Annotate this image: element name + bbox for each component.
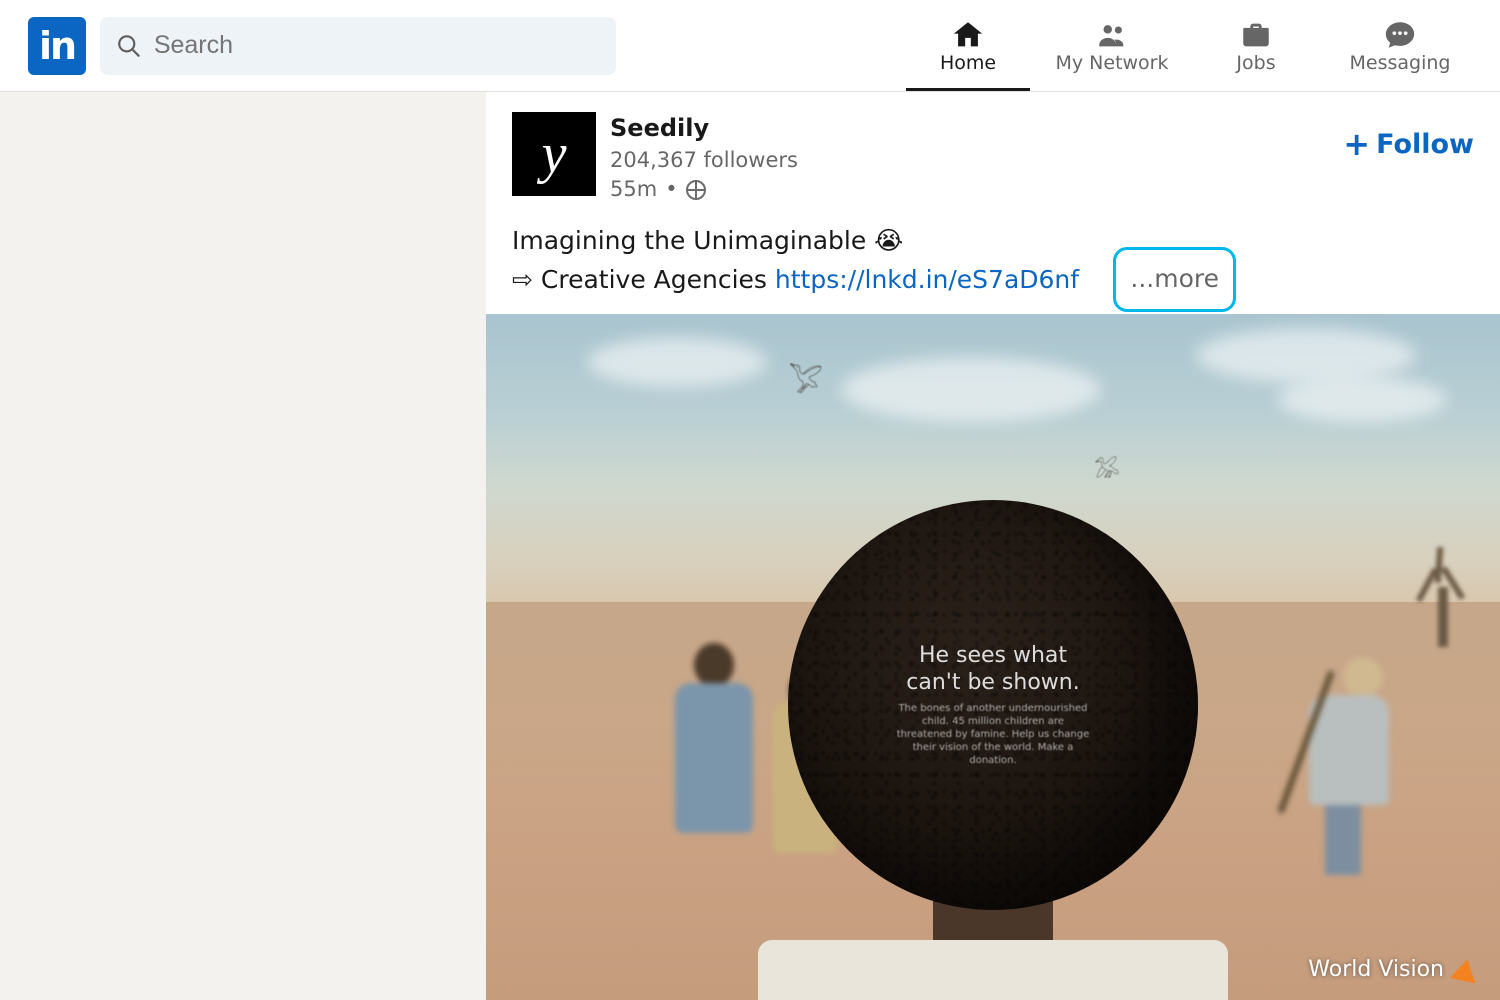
image-overlay-text: He sees what can't be shown. The bones o… bbox=[893, 643, 1093, 767]
post-image[interactable]: 𓅯 𓅮 He sees what can't be shown. The bon… bbox=[486, 314, 1500, 1000]
nav-label: Home bbox=[940, 52, 996, 74]
follow-button[interactable]: + Follow bbox=[1343, 112, 1474, 160]
briefcase-icon bbox=[1238, 18, 1274, 52]
nav-network[interactable]: My Network bbox=[1040, 0, 1184, 91]
company-name[interactable]: Seedily bbox=[610, 112, 798, 146]
search-input[interactable] bbox=[154, 31, 600, 60]
nav-messaging[interactable]: Messaging bbox=[1328, 0, 1472, 91]
global-nav: Home My Network Jobs Messaging bbox=[896, 0, 1472, 91]
nav-home[interactable]: Home bbox=[896, 0, 1040, 91]
post-link[interactable]: https://lnkd.in/eS7aD6nf bbox=[775, 265, 1079, 294]
company-logo[interactable]: y bbox=[512, 112, 596, 196]
search-icon bbox=[116, 32, 142, 60]
feed-post: y Seedily 204,367 followers 55m • + Foll… bbox=[485, 92, 1500, 1000]
nav-label: Jobs bbox=[1236, 52, 1275, 74]
bare-tree bbox=[1400, 547, 1480, 647]
image-headline: He sees what can't be shown. bbox=[893, 643, 1093, 696]
people-icon bbox=[1094, 18, 1130, 52]
nav-label: My Network bbox=[1055, 52, 1168, 74]
post-time: 55m bbox=[610, 175, 657, 204]
bird-icon: 𓅯 bbox=[789, 354, 825, 402]
post-meta: Seedily 204,367 followers 55m • bbox=[610, 112, 798, 204]
linkedin-logo[interactable]: in bbox=[28, 17, 86, 75]
left-rail-placeholder bbox=[0, 92, 485, 1000]
post-line-1: Imagining the Unimaginable 😭 bbox=[512, 222, 1474, 261]
see-more-button[interactable]: ...more bbox=[1113, 247, 1236, 312]
home-icon bbox=[950, 18, 986, 52]
follow-label: Follow bbox=[1376, 129, 1474, 160]
chat-icon bbox=[1382, 18, 1418, 52]
nav-label: Messaging bbox=[1350, 52, 1451, 74]
main-layout: y Seedily 204,367 followers 55m • + Foll… bbox=[0, 92, 1500, 1000]
global-header: in Home My Network Jobs Messaging bbox=[0, 0, 1500, 92]
search-box[interactable] bbox=[100, 17, 616, 75]
bird-icon: 𓅮 bbox=[1094, 451, 1119, 484]
globe-icon bbox=[686, 180, 706, 200]
follower-count: 204,367 followers bbox=[610, 146, 798, 175]
post-body: Imagining the Unimaginable 😭 ⇨ Creative … bbox=[486, 214, 1500, 314]
post-line-2: ⇨ Creative Agencies https://lnkd.in/eS7a… bbox=[512, 261, 1474, 300]
plus-icon: + bbox=[1343, 128, 1370, 160]
crying-emoji: 😭 bbox=[874, 226, 903, 255]
nav-jobs[interactable]: Jobs bbox=[1184, 0, 1328, 91]
figure-digging bbox=[1299, 657, 1399, 887]
brand-name: World Vision bbox=[1308, 957, 1444, 982]
world-vision-logo: World Vision bbox=[1308, 957, 1478, 982]
post-time-visibility: 55m • bbox=[610, 175, 798, 204]
post-header: y Seedily 204,367 followers 55m • + Foll… bbox=[486, 92, 1500, 214]
image-subline: The bones of another undernourished chil… bbox=[893, 702, 1093, 767]
star-icon bbox=[1450, 956, 1480, 983]
